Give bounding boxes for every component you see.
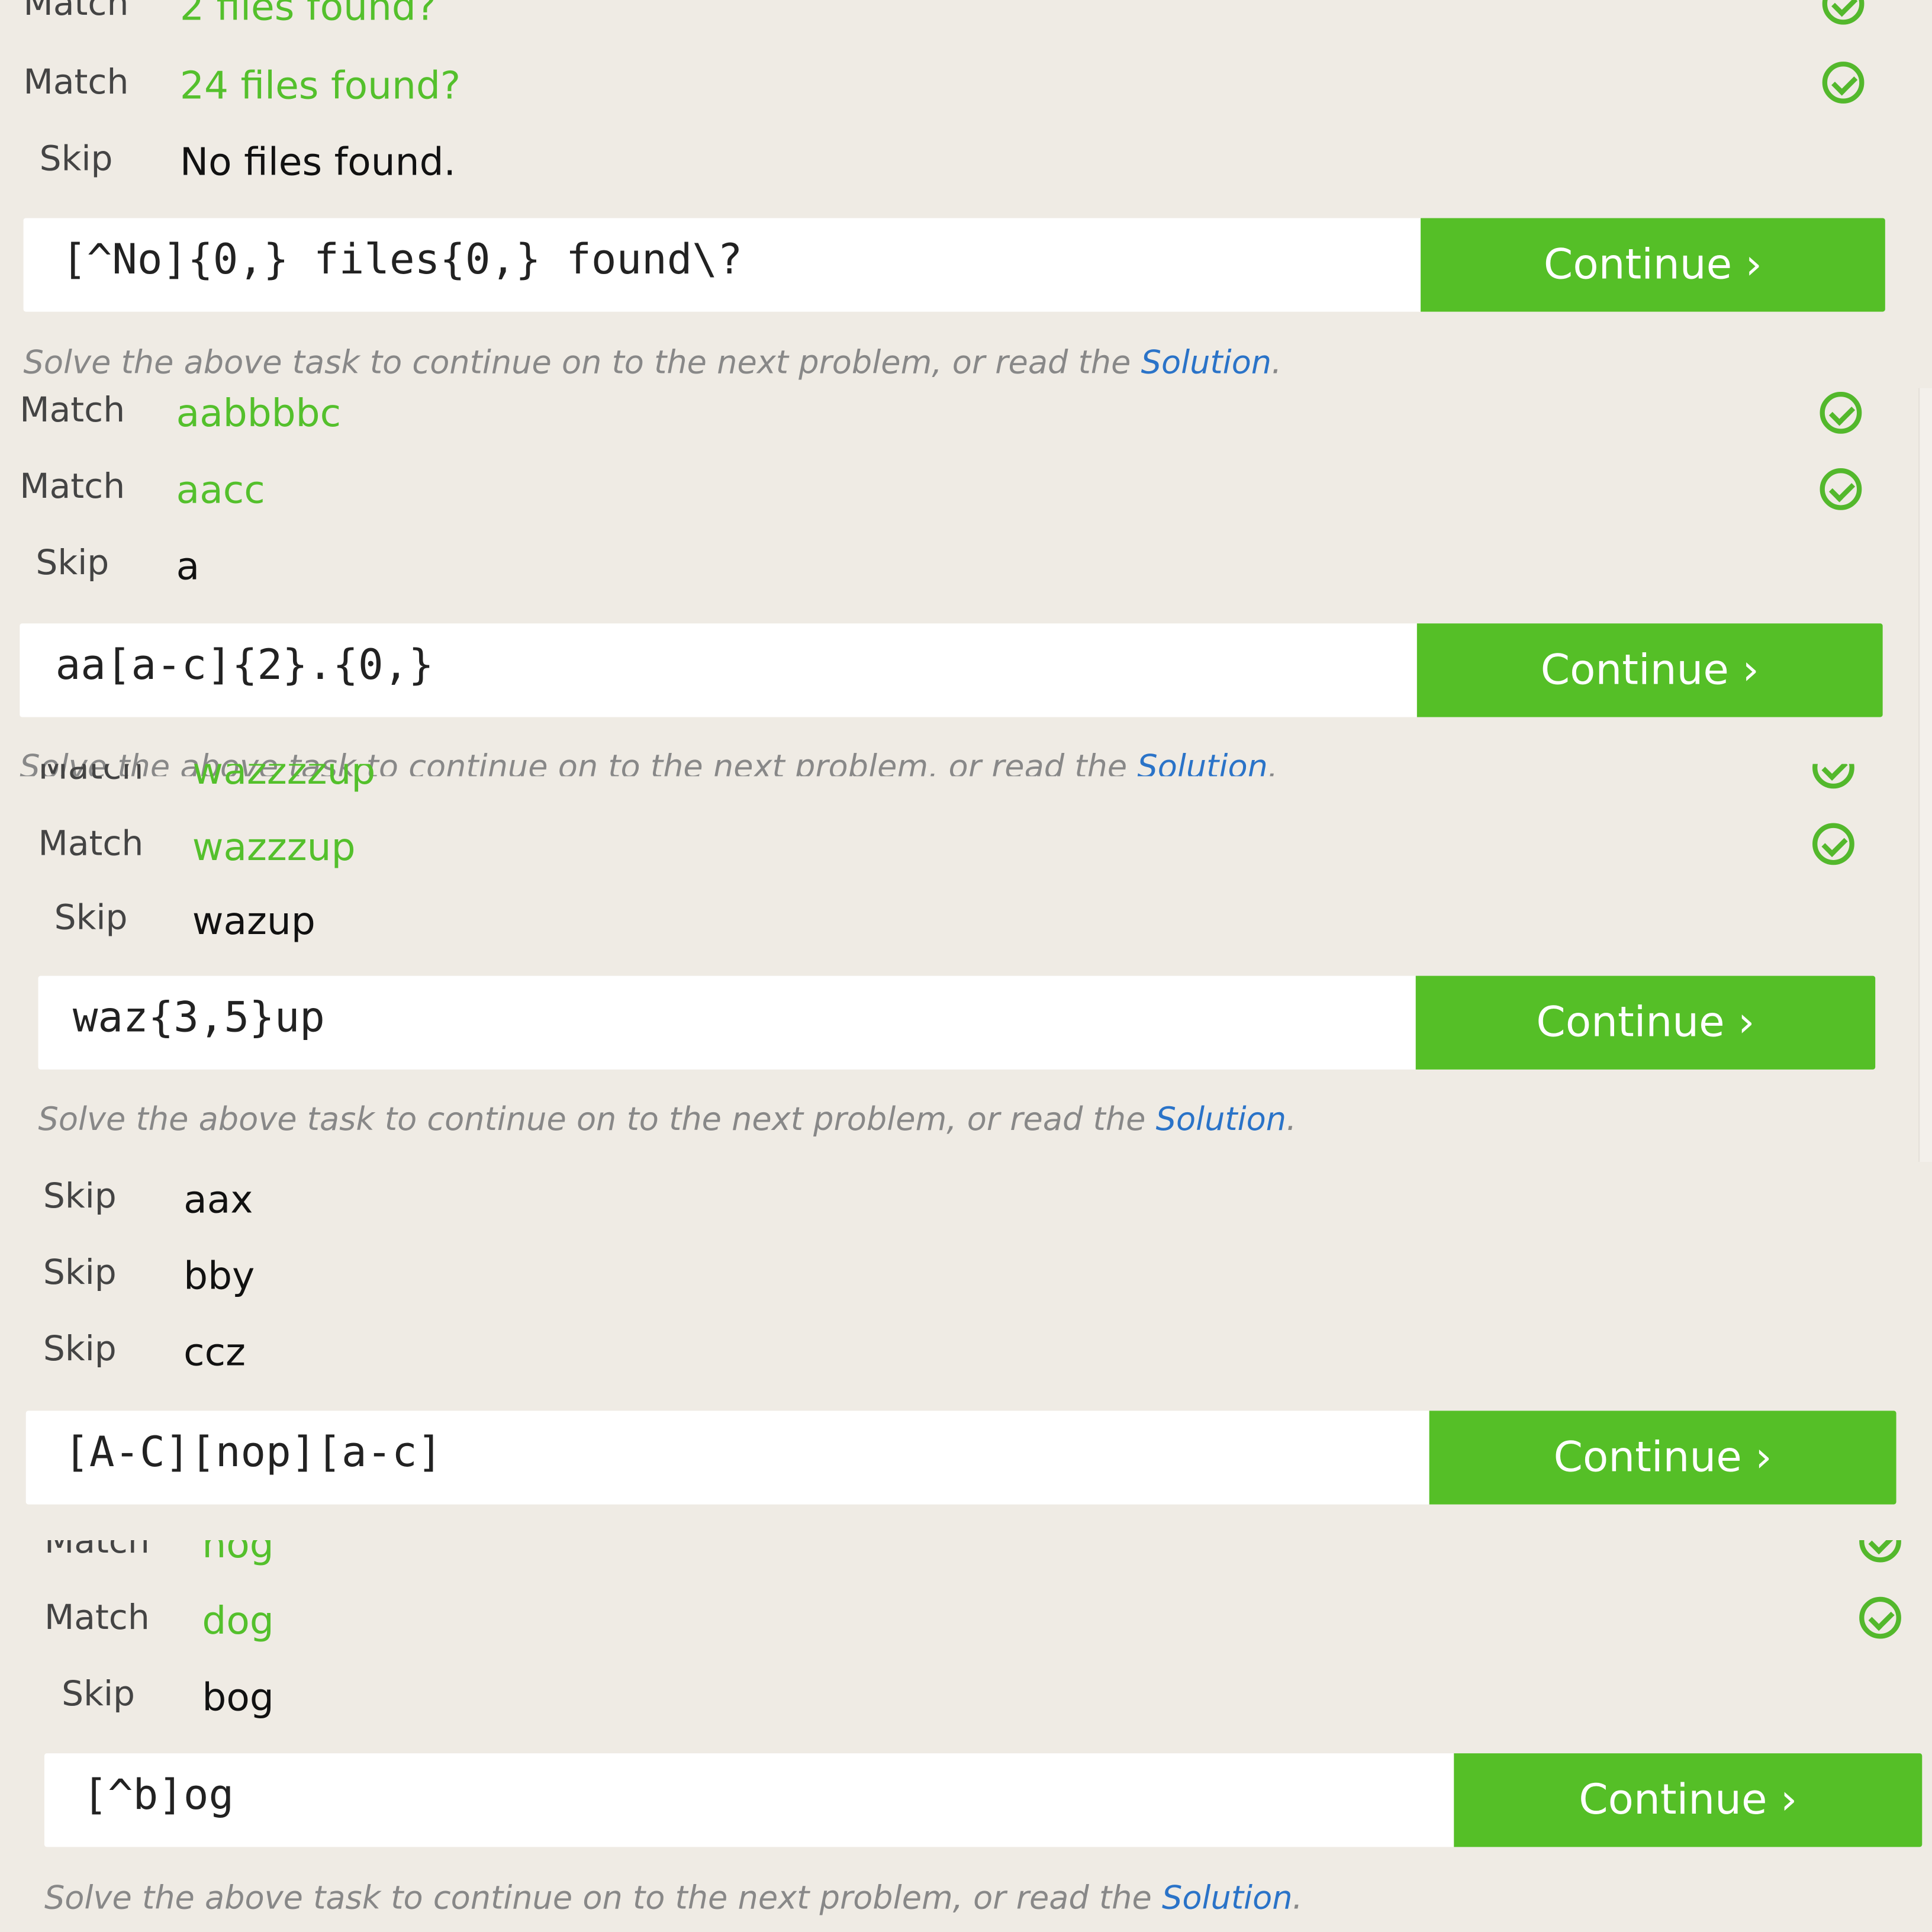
solution-link[interactable]: Solution	[1141, 345, 1271, 382]
task-kind-label: Skip	[43, 1328, 117, 1369]
task-row: Match 2 files found?	[0, 0, 1932, 32]
task-kind-label: Match	[38, 823, 144, 864]
task-kind-label: Skip	[39, 138, 113, 179]
task-row: Match aacc	[0, 466, 1932, 515]
hint-prefix: Solve the above task to continue on to t…	[23, 344, 1141, 382]
task-text: wazzzup	[192, 825, 356, 870]
task-text: hog	[202, 1540, 274, 1567]
task-kind-label: Skip	[43, 1175, 117, 1216]
regex-input-bar: waz{3,5}up Continue ›	[38, 975, 1876, 1070]
task-row: Match hog	[0, 1540, 1932, 1570]
success-check-icon	[1812, 823, 1854, 865]
regex-input[interactable]: waz{3,5}up	[73, 993, 325, 1042]
hint-suffix: .	[1286, 1101, 1297, 1139]
task-text: wazzzzup	[192, 764, 376, 794]
success-check-icon	[1812, 764, 1854, 789]
regex-input[interactable]: [^b]og	[82, 1770, 234, 1820]
continue-button[interactable]: Continue ›	[1416, 623, 1883, 717]
scrollbar[interactable]	[1918, 388, 1932, 1162]
task-text: a	[176, 545, 200, 590]
stitched-screenshot: Match 2 files found? Match 24 files foun…	[0, 0, 1932, 1932]
continue-button[interactable]: Continue ›	[1421, 218, 1885, 312]
task-text: 2 files found?	[179, 0, 437, 30]
task-text: 24 files found?	[179, 64, 461, 109]
exercise-block-aabbbbc: Match aabbbbc Match aacc Skip a aa[a-c]{…	[0, 391, 1932, 776]
task-row: Skip bog	[0, 1673, 1932, 1722]
task-row: Match wazzzup	[0, 823, 1932, 872]
hint-text: Solve the above task to continue on to t…	[38, 1102, 1297, 1138]
task-row: Match wazzzzup	[0, 764, 1932, 796]
continue-button[interactable]: Continue ›	[1454, 1753, 1923, 1847]
hint-prefix: Solve the above task to continue on to t…	[44, 1880, 1163, 1917]
task-kind-label: Match	[20, 391, 125, 430]
task-text: aacc	[176, 468, 265, 513]
regex-input[interactable]: aa[a-c]{2}.{0,}	[56, 640, 434, 690]
task-kind-label: Skip	[54, 897, 128, 938]
exercise-block-bog: Match hog Match dog Skip bog [^b]og Cont…	[0, 1540, 1932, 1932]
task-row: Skip wazup	[0, 897, 1932, 946]
regex-input-bar: [^b]og Continue ›	[44, 1753, 1923, 1847]
task-row: Skip a	[0, 542, 1932, 591]
task-kind-label: Skip	[62, 1673, 136, 1714]
task-text: bby	[183, 1254, 255, 1299]
task-text: aabbbbc	[176, 391, 342, 436]
hint-text: Solve the above task to continue on to t…	[44, 1881, 1303, 1917]
hint-text: Solve the above task to continue on to t…	[24, 345, 1282, 382]
task-text: bog	[202, 1675, 274, 1720]
task-kind-label: Match	[38, 764, 144, 788]
task-kind-label: Skip	[43, 1251, 117, 1293]
hint-suffix: .	[1271, 344, 1282, 382]
task-row: Skip bby	[0, 1252, 1932, 1301]
regex-input[interactable]: [^No]{0,} files{0,} found\?	[62, 236, 742, 285]
solution-link[interactable]: Solution	[1156, 1102, 1286, 1138]
task-text: No files found.	[179, 140, 456, 185]
task-kind-label: Match	[44, 1596, 150, 1638]
regex-input[interactable]: [A-C][nop][a-c]	[64, 1428, 442, 1477]
regex-input-bar: aa[a-c]{2}.{0,} Continue ›	[20, 623, 1883, 717]
task-kind-label: Skip	[36, 542, 110, 583]
success-check-icon	[1859, 1596, 1901, 1639]
task-row: Match 24 files found?	[0, 62, 1932, 111]
success-check-icon	[1820, 468, 1862, 510]
regex-input-bar: [^No]{0,} files{0,} found\? Continue ›	[23, 218, 1885, 312]
success-check-icon	[1859, 1540, 1901, 1563]
continue-button[interactable]: Continue ›	[1429, 1411, 1896, 1505]
task-row: Skip No files found.	[0, 138, 1932, 187]
task-kind-label: Match	[20, 465, 125, 507]
solution-link[interactable]: Solution	[1162, 1881, 1292, 1917]
task-text: aax	[183, 1178, 253, 1222]
success-check-icon	[1820, 391, 1862, 434]
task-kind-label: Match	[44, 1540, 150, 1561]
exercise-block-wazzzup: Match wazzzzup Match wazzzup Skip wazup …	[0, 764, 1932, 1171]
task-row: Match dog	[0, 1596, 1932, 1646]
task-row: Skip ccz	[0, 1328, 1932, 1377]
success-check-icon	[1822, 0, 1865, 25]
task-text: wazup	[192, 899, 315, 944]
exercise-block-files-found: Match 2 files found? Match 24 files foun…	[0, 0, 1932, 392]
exercise-block-character-ranges: Skip aax Skip bby Skip ccz [A-C][nop][a-…	[0, 1171, 1932, 1540]
regex-input-bar: [A-C][nop][a-c] Continue ›	[25, 1411, 1896, 1505]
hint-suffix: .	[1292, 1880, 1303, 1917]
task-kind-label: Match	[23, 62, 129, 102]
hint-prefix: Solve the above task to continue on to t…	[38, 1101, 1156, 1139]
task-text: dog	[202, 1599, 274, 1644]
task-row: Skip aax	[0, 1176, 1932, 1225]
success-check-icon	[1822, 62, 1865, 104]
task-text: ccz	[183, 1331, 246, 1376]
continue-button[interactable]: Continue ›	[1415, 975, 1876, 1070]
task-kind-label: Match	[23, 0, 129, 24]
task-row: Match aabbbbc	[0, 391, 1932, 439]
